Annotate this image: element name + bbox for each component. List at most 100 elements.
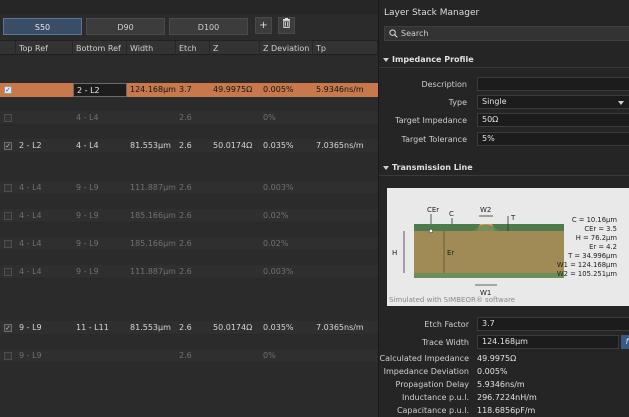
row-checkbox[interactable] [4, 212, 12, 220]
column-header-width[interactable]: Width [127, 41, 176, 56]
search-input[interactable] [401, 27, 621, 40]
cell-tp[interactable]: 7.0365ns/m [313, 321, 378, 335]
column-header-etch[interactable]: Etch [176, 41, 210, 56]
cell-z[interactable]: 49.9975Ω [210, 83, 260, 97]
column-header-z-deviation[interactable]: Z Deviation [260, 41, 313, 56]
table-row[interactable]: 4 - L4 9 - L9 185.166μm 2.6 0.02% [0, 237, 378, 251]
cell-etch[interactable]: 2.6 [176, 265, 210, 279]
trace-width-field[interactable]: 124.168μm [477, 335, 619, 349]
formula-button[interactable]: f [621, 335, 629, 349]
cell-width[interactable]: 81.553μm [127, 321, 176, 335]
cell-z-deviation[interactable]: 0.02% [260, 209, 313, 223]
row-checkbox[interactable] [4, 114, 12, 122]
cell-tp[interactable]: 7.0365ns/m [313, 139, 378, 153]
column-header-z[interactable]: Z [210, 41, 260, 56]
description-field[interactable] [477, 77, 629, 91]
target-tolerance-field[interactable]: 5% [477, 132, 629, 146]
cell-etch[interactable]: 2.6 [176, 181, 210, 195]
cell-top-ref[interactable]: 2 - L2 [16, 139, 73, 153]
cell-etch[interactable]: 2.6 [176, 237, 210, 251]
table-row[interactable]: 4 - L4 9 - L9 111.887μm 2.6 0.003% [0, 181, 378, 195]
cell-top-ref[interactable]: 9 - L9 [16, 321, 73, 335]
cell-width[interactable]: 111.887μm [127, 181, 176, 195]
column-header-bottom-ref[interactable]: Bottom Ref [73, 41, 127, 56]
row-checkbox[interactable] [4, 268, 12, 276]
table-row[interactable]: 4 - L4 9 - L9 185.166μm 2.6 0.02% [0, 209, 378, 223]
row-checkbox[interactable] [4, 240, 12, 248]
cell-z-deviation[interactable]: 0.035% [260, 321, 313, 335]
cell-z[interactable]: 50.0174Ω [210, 139, 260, 153]
cell-bottom-ref[interactable]: 9 - L9 [73, 265, 127, 279]
cell-top-ref[interactable]: 9 - L9 [16, 349, 73, 363]
target-impedance-field[interactable]: 50Ω [477, 113, 629, 127]
impedance-profile-section[interactable]: Impedance Profile [379, 54, 629, 68]
cell-z[interactable] [210, 111, 260, 125]
cell-top-ref[interactable]: 4 - L4 [16, 237, 73, 251]
cell-tp[interactable] [313, 181, 378, 195]
row-checkbox[interactable]: ✓ [4, 142, 12, 150]
cell-top-ref[interactable]: 4 - L4 [16, 209, 73, 223]
cell-etch[interactable]: 3.7 [176, 83, 210, 97]
cell-top-ref[interactable]: 4 - L4 [16, 265, 73, 279]
search-box[interactable] [384, 26, 629, 41]
cell-width[interactable] [127, 349, 176, 363]
cell-tp[interactable] [313, 349, 378, 363]
cell-z-deviation[interactable]: 0.02% [260, 237, 313, 251]
cell-etch[interactable]: 2.6 [176, 321, 210, 335]
cell-z-deviation[interactable]: 0% [260, 111, 313, 125]
cell-z-deviation[interactable]: 0.005% [260, 83, 313, 97]
row-checkbox[interactable] [4, 352, 12, 360]
row-checkbox[interactable]: ✓ [4, 324, 12, 332]
table-row[interactable]: 4 - L4 9 - L9 111.887μm 2.6 0.003% [0, 265, 378, 279]
cell-etch[interactable]: 2.6 [176, 139, 210, 153]
tab-s50[interactable]: S50 [3, 18, 82, 35]
cell-z[interactable] [210, 181, 260, 195]
cell-tp[interactable] [313, 237, 378, 251]
cell-width[interactable] [127, 111, 176, 125]
cell-width[interactable]: 81.553μm [127, 139, 176, 153]
tab-d100[interactable]: D100 [169, 18, 248, 35]
cell-width[interactable]: 185.166μm [127, 237, 176, 251]
cell-z[interactable] [210, 237, 260, 251]
cell-z-deviation[interactable]: 0.035% [260, 139, 313, 153]
transmission-line-section[interactable]: Transmission Line [379, 162, 629, 176]
cell-tp[interactable] [313, 111, 378, 125]
table-row[interactable]: ✓ 2 - L2 4 - L4 81.553μm 2.6 50.0174Ω 0.035% 7.… [0, 139, 378, 153]
cell-bottom-ref[interactable]: 2 - L2 [73, 83, 127, 97]
tab-d90[interactable]: D90 [86, 18, 165, 35]
cell-etch[interactable]: 2.6 [176, 111, 210, 125]
table-row[interactable]: ✓ 2 - L2 124.168μm 3.7 49.9975Ω 0.005% 5.9346n… [0, 83, 378, 97]
cell-z[interactable] [210, 265, 260, 279]
cell-bottom-ref[interactable]: 4 - L4 [73, 111, 127, 125]
etch-factor-field[interactable]: 3.7 [477, 317, 629, 331]
cell-top-ref[interactable]: 4 - L4 [16, 181, 73, 195]
cell-z-deviation[interactable]: 0.003% [260, 181, 313, 195]
type-select[interactable]: Single [477, 95, 629, 109]
cell-tp[interactable]: 5.9346ns/m [313, 83, 378, 97]
row-checkbox[interactable]: ✓ [4, 86, 12, 94]
table-row[interactable]: ✓ 9 - L9 11 - L11 81.553μm 2.6 50.0174Ω 0.035%… [0, 321, 378, 335]
cell-z[interactable]: 50.0174Ω [210, 321, 260, 335]
cell-bottom-ref[interactable]: 4 - L4 [73, 139, 127, 153]
table-row[interactable]: 4 - L4 2.6 0% [0, 111, 378, 125]
cell-z-deviation[interactable]: 0% [260, 349, 313, 363]
cell-etch[interactable]: 2.6 [176, 349, 210, 363]
cell-bottom-ref[interactable]: 9 - L9 [73, 237, 127, 251]
cell-bottom-ref[interactable]: 9 - L9 [73, 181, 127, 195]
cell-tp[interactable] [313, 209, 378, 223]
cell-z[interactable] [210, 349, 260, 363]
column-header-top-ref[interactable]: Top Ref [16, 41, 73, 56]
cell-bottom-ref[interactable]: 11 - L11 [73, 321, 127, 335]
cell-width[interactable]: 185.166μm [127, 209, 176, 223]
table-row[interactable]: 9 - L9 2.6 0% [0, 349, 378, 363]
delete-profile-button[interactable] [278, 17, 295, 34]
row-checkbox[interactable] [4, 184, 12, 192]
cell-width[interactable]: 111.887μm [127, 265, 176, 279]
column-header-check[interactable] [0, 41, 16, 56]
cell-top-ref[interactable] [16, 83, 73, 97]
cell-bottom-ref[interactable] [73, 349, 127, 363]
cell-z-deviation[interactable]: 0.003% [260, 265, 313, 279]
add-profile-button[interactable]: + [255, 17, 272, 34]
cell-bottom-ref[interactable]: 9 - L9 [73, 209, 127, 223]
cell-top-ref[interactable] [16, 111, 73, 125]
